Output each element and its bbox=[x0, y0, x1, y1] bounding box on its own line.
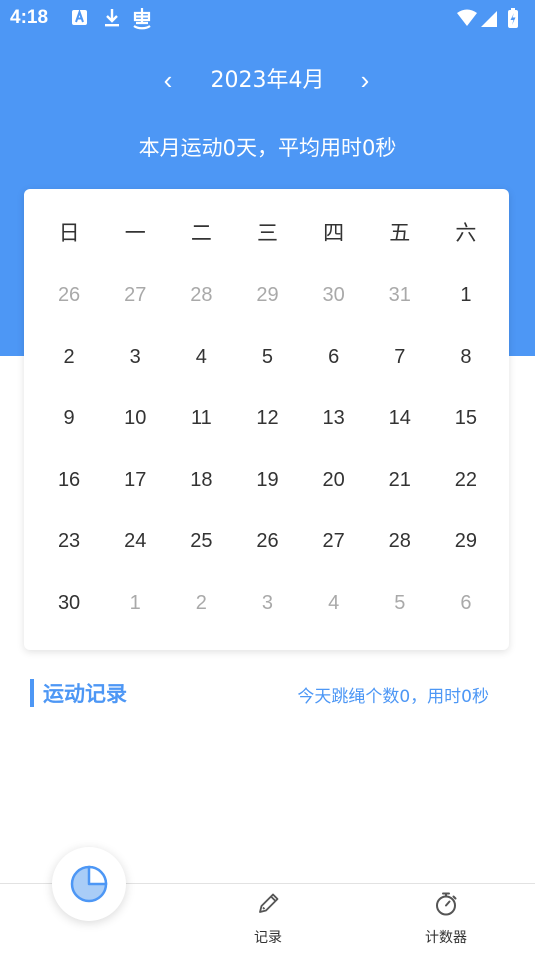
calendar-day[interactable]: 3 bbox=[102, 337, 168, 377]
month-navigation: ‹ 2023年4月 › bbox=[0, 62, 535, 102]
calendar-day-other-month[interactable]: 31 bbox=[367, 275, 433, 315]
tab-record[interactable]: 记录 bbox=[228, 884, 308, 953]
statistics-fab-button[interactable] bbox=[52, 847, 126, 921]
month-title: 2023年4月 bbox=[210, 68, 325, 93]
calendar-day[interactable]: 23 bbox=[36, 521, 102, 561]
calendar-day-other-month[interactable]: 4 bbox=[301, 583, 367, 623]
download-icon bbox=[102, 7, 122, 34]
exercise-record-title: 运动记录 bbox=[43, 682, 127, 706]
calendar-day[interactable]: 14 bbox=[367, 398, 433, 438]
today-summary: 今天跳绳个数0，用时0秒 bbox=[297, 687, 489, 707]
calendar-day[interactable]: 27 bbox=[301, 521, 367, 561]
stopwatch-icon bbox=[432, 890, 460, 922]
calendar-day[interactable]: 20 bbox=[301, 460, 367, 500]
calendar-week-row: 9 10 11 12 13 14 15 bbox=[36, 398, 499, 438]
calendar-day-other-month[interactable]: 27 bbox=[102, 275, 168, 315]
bug-icon bbox=[130, 7, 154, 36]
weekday-header: 日 一 二 三 四 五 六 bbox=[36, 213, 499, 253]
calendar-day[interactable]: 12 bbox=[234, 398, 300, 438]
calendar-day[interactable]: 30 bbox=[36, 583, 102, 623]
battery-icon bbox=[508, 8, 518, 28]
calendar-day-other-month[interactable]: 6 bbox=[433, 583, 499, 623]
weekday-label: 四 bbox=[323, 221, 345, 245]
calendar-week-row: 26 27 28 29 30 31 1 bbox=[36, 275, 499, 315]
month-summary: 本月运动0天，平均用时0秒 bbox=[138, 136, 397, 160]
calendar-day-other-month[interactable]: 5 bbox=[367, 583, 433, 623]
calendar-day-other-month[interactable]: 1 bbox=[102, 583, 168, 623]
calendar-day[interactable]: 9 bbox=[36, 398, 102, 438]
calendar-day-other-month[interactable]: 28 bbox=[168, 275, 234, 315]
calendar-day[interactable]: 15 bbox=[433, 398, 499, 438]
tab-counter[interactable]: 计数器 bbox=[406, 884, 486, 953]
calendar-card: 日 一 二 三 四 五 六 26 27 28 29 30 31 1 2 3 4 5 6 7 8 9 10 11 1… bbox=[24, 189, 509, 650]
signal-icon bbox=[481, 11, 497, 27]
calendar-day[interactable]: 17 bbox=[102, 460, 168, 500]
calendar-day[interactable]: 26 bbox=[234, 521, 300, 561]
notification-a-icon bbox=[70, 7, 90, 32]
calendar-day[interactable]: 16 bbox=[36, 460, 102, 500]
calendar-day[interactable]: 1 bbox=[433, 275, 499, 315]
tab-record-label: 记录 bbox=[254, 930, 282, 946]
wifi-icon bbox=[457, 9, 477, 26]
calendar-day[interactable]: 2 bbox=[36, 337, 102, 377]
calendar-day[interactable]: 29 bbox=[433, 521, 499, 561]
calendar-day[interactable]: 6 bbox=[301, 337, 367, 377]
calendar-day[interactable]: 11 bbox=[168, 398, 234, 438]
prev-month-button[interactable]: ‹ bbox=[148, 62, 188, 102]
calendar-day-other-month[interactable]: 2 bbox=[168, 583, 234, 623]
calendar-day[interactable]: 19 bbox=[234, 460, 300, 500]
status-right-icons bbox=[455, 7, 525, 36]
calendar-day[interactable]: 8 bbox=[433, 337, 499, 377]
calendar-day-other-month[interactable]: 3 bbox=[234, 583, 300, 623]
calendar-week-row: 30 1 2 3 4 5 6 bbox=[36, 583, 499, 623]
calendar-day[interactable]: 21 bbox=[367, 460, 433, 500]
calendar-day[interactable]: 13 bbox=[301, 398, 367, 438]
status-time: 4:18 bbox=[10, 7, 49, 28]
calendar-week-row: 23 24 25 26 27 28 29 bbox=[36, 521, 499, 561]
weekday-label: 六 bbox=[455, 221, 477, 245]
calendar-day[interactable]: 5 bbox=[234, 337, 300, 377]
calendar-week-row: 16 17 18 19 20 21 22 bbox=[36, 460, 499, 500]
pencil-icon bbox=[254, 890, 282, 922]
calendar-day[interactable]: 25 bbox=[168, 521, 234, 561]
calendar-day[interactable]: 18 bbox=[168, 460, 234, 500]
calendar-day[interactable]: 22 bbox=[433, 460, 499, 500]
calendar-day-other-month[interactable]: 29 bbox=[234, 275, 300, 315]
section-accent-bar bbox=[30, 679, 34, 707]
calendar-day-other-month[interactable]: 30 bbox=[301, 275, 367, 315]
calendar-day[interactable]: 28 bbox=[367, 521, 433, 561]
calendar-week-row: 2345678 bbox=[36, 337, 499, 377]
next-month-button[interactable]: › bbox=[345, 62, 385, 102]
weekday-label: 日 bbox=[58, 221, 80, 245]
status-bar: 4:18 bbox=[0, 0, 535, 38]
weekday-label: 五 bbox=[389, 221, 411, 245]
weekday-label: 一 bbox=[124, 221, 146, 245]
exercise-record-header: 运动记录 今天跳绳个数0，用时0秒 bbox=[0, 672, 535, 712]
weekday-label: 三 bbox=[256, 221, 278, 245]
calendar-day[interactable]: 10 bbox=[102, 398, 168, 438]
tab-counter-label: 计数器 bbox=[425, 930, 467, 946]
calendar-day[interactable]: 4 bbox=[168, 337, 234, 377]
calendar-day[interactable]: 24 bbox=[102, 521, 168, 561]
weekday-label: 二 bbox=[190, 221, 212, 245]
calendar-day[interactable]: 7 bbox=[367, 337, 433, 377]
calendar-day-other-month[interactable]: 26 bbox=[36, 275, 102, 315]
